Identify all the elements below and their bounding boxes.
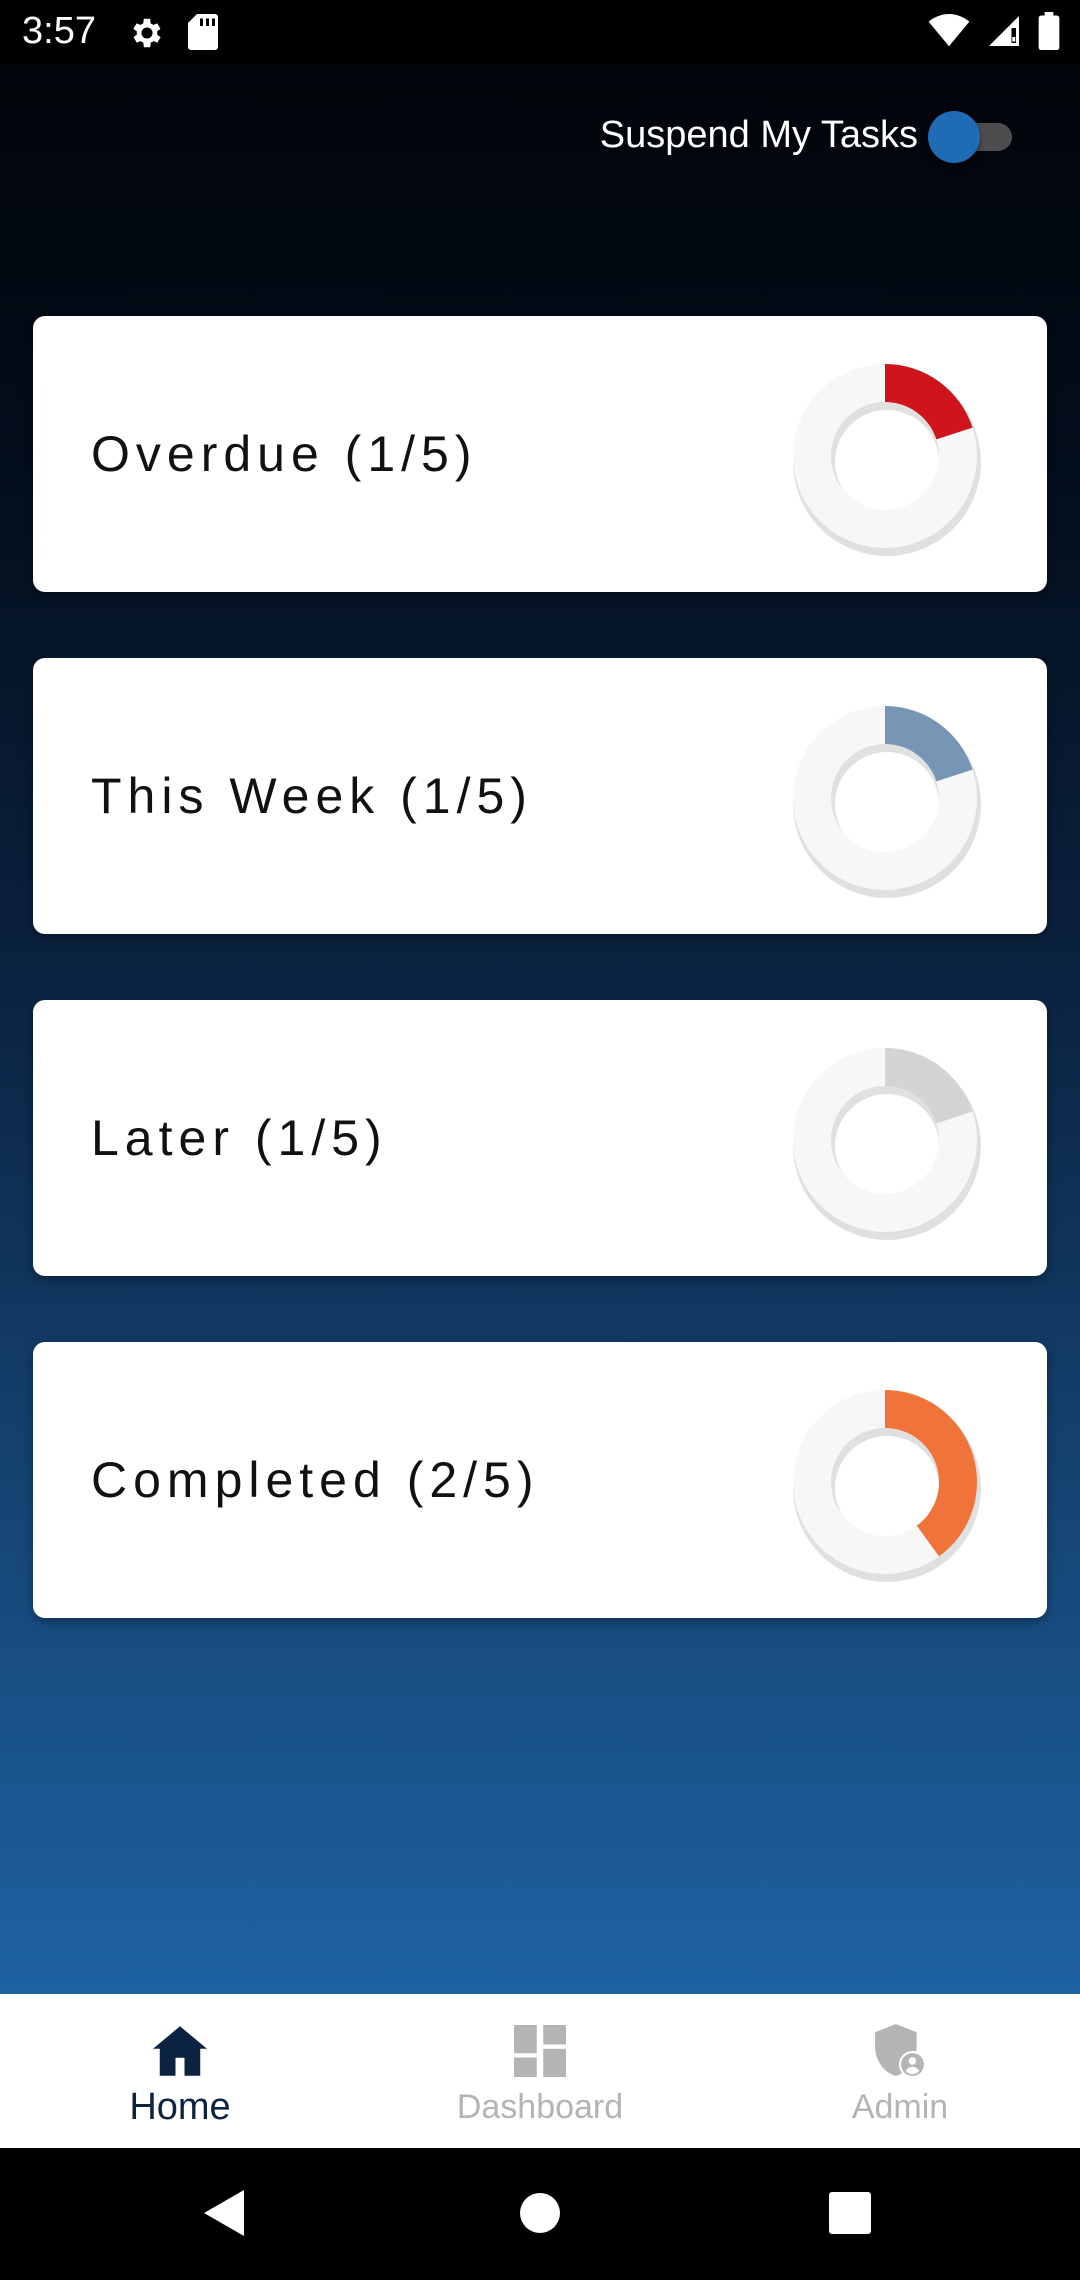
home-circle-icon[interactable] [518,2188,562,2243]
nav-dashboard[interactable]: Dashboard [360,1994,720,2148]
wifi-icon [928,14,970,53]
nav-home[interactable]: Home [0,1994,360,2148]
recents-icon[interactable] [828,2188,872,2243]
nav-label: Admin [851,2088,949,2126]
card-later[interactable]: Later (1/5) [33,1000,1047,1276]
battery-icon [1038,12,1060,55]
card-overdue[interactable]: Overdue (1/5) [33,316,1047,592]
progress-ring [793,706,981,898]
status-time: 3:57 [22,10,96,52]
bottom-navigation: Home Dashboard Admin [0,1994,1080,2148]
card-label: Overdue (1/5) [91,426,478,482]
dashboard-icon [514,2020,566,2082]
suspend-tasks-toggle[interactable] [928,111,1014,163]
progress-ring [793,1390,981,1582]
back-icon[interactable] [202,2188,246,2243]
nav-label: Home [129,2086,231,2128]
settings-icon [128,14,166,57]
home-icon [153,2020,207,2082]
status-left-icons [128,14,218,57]
toggle-thumb [928,111,980,163]
card-this-week[interactable]: This Week (1/5) [33,658,1047,934]
status-bar: 3:57 [0,0,1080,64]
admin-shield-icon [874,2020,926,2082]
card-completed[interactable]: Completed (2/5) [33,1342,1047,1618]
progress-ring [793,364,981,556]
card-label: Later (1/5) [91,1110,388,1166]
nav-label: Dashboard [456,2088,624,2126]
card-label: This Week (1/5) [91,768,533,824]
progress-ring [793,1048,981,1240]
status-right-icons [928,12,1060,55]
signal-icon [986,13,1022,54]
suspend-tasks-label: Suspend My Tasks [599,114,918,156]
system-navigation-bar [0,2148,1080,2280]
sd-card-icon [188,14,218,57]
card-label: Completed (2/5) [91,1452,540,1508]
nav-admin[interactable]: Admin [720,1994,1080,2148]
